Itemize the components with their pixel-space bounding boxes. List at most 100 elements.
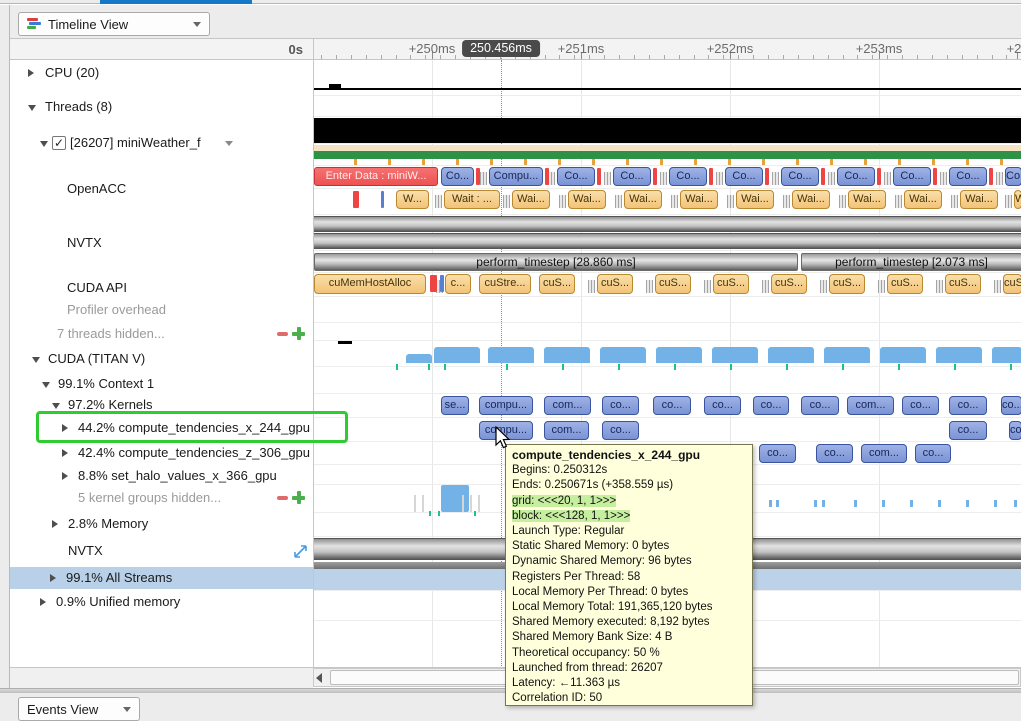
timeline-block[interactable]: c... <box>445 274 471 294</box>
chevron-down-icon[interactable] <box>225 141 233 146</box>
scrollbar-left-arrow-icon[interactable] <box>316 673 322 683</box>
timeline-block[interactable]: W... <box>396 190 429 209</box>
sidebar-item-cpu-20[interactable]: CPU (20) <box>10 62 313 84</box>
timeline-block[interactable]: Wai... <box>624 190 662 209</box>
timeline-block[interactable]: Wai... <box>960 190 998 209</box>
timeline-block[interactable]: Wai... <box>848 190 886 209</box>
restore-rows-icon[interactable] <box>292 327 305 340</box>
timeline-block[interactable]: co... <box>816 444 853 463</box>
timeline-block[interactable]: Co... <box>669 167 707 186</box>
timeline-block[interactable]: W <box>1014 190 1021 209</box>
sidebar-item-threads-8[interactable]: Threads (8) <box>10 96 313 118</box>
timeline-block[interactable]: com... <box>861 444 907 463</box>
remove-filter-icon[interactable] <box>277 332 288 336</box>
timeline-block[interactable]: se... <box>441 396 469 415</box>
chevron-right-icon[interactable] <box>50 574 56 582</box>
timeline-block[interactable]: Compu... <box>489 167 543 186</box>
timeline-block[interactable]: com... <box>847 396 894 415</box>
timeline-block[interactable]: co... <box>759 444 796 463</box>
timeline-block[interactable]: perform_timestep [28.860 ms] <box>314 253 798 271</box>
timeline-block[interactable]: co... <box>949 396 987 415</box>
timeline-block[interactable]: Co... <box>949 167 987 186</box>
timeline-block[interactable]: cuMemHostAlloc <box>314 274 426 294</box>
timeline-block[interactable]: cuS... <box>771 274 807 294</box>
nvtx-range-bar[interactable] <box>314 216 1021 232</box>
sidebar-item-nvtx[interactable]: NVTX <box>10 232 313 254</box>
timeline-block[interactable]: co... <box>902 396 939 415</box>
chevron-right-icon[interactable] <box>52 520 58 528</box>
timeline-block[interactable]: Wai... <box>904 190 942 209</box>
timeline-block[interactable]: cuStre... <box>479 274 531 294</box>
timeline-block[interactable]: co... <box>653 396 691 415</box>
timeline-block[interactable]: Co... <box>781 167 819 186</box>
timeline-block[interactable]: Wait : ... <box>444 190 500 209</box>
timeline-block[interactable]: Co... <box>1005 167 1021 186</box>
chevron-right-icon[interactable] <box>62 472 68 480</box>
timeline-block[interactable]: cuS... <box>1003 274 1021 294</box>
timeline-view-dropdown[interactable]: Timeline View <box>18 12 210 36</box>
sidebar-item-99-1-context-1[interactable]: 99.1% Context 1 <box>10 373 313 395</box>
nvtx-range-bar[interactable] <box>314 233 1021 249</box>
sidebar-item-nvtx[interactable]: NVTX <box>10 540 313 562</box>
timeline-block[interactable]: Co... <box>893 167 931 186</box>
chevron-right-icon[interactable] <box>62 449 68 457</box>
timeline-block[interactable]: Co... <box>837 167 875 186</box>
chevron-down-icon[interactable] <box>28 105 36 111</box>
timeline-block[interactable]: Co... <box>441 167 474 186</box>
timeline-block[interactable]: co... <box>1001 396 1021 415</box>
timeline-block[interactable]: co... <box>704 396 741 415</box>
timeline-block[interactable]: Co... <box>557 167 595 186</box>
sidebar-item-26207-miniweather-f[interactable]: ✓[26207] miniWeather_f <box>10 132 313 154</box>
timeline-block[interactable]: Wai... <box>512 190 550 209</box>
sidebar-item-42-4-compute-tendencies-z-306-gpu[interactable]: 42.4% compute_tendencies_z_306_gpu <box>10 442 313 464</box>
timeline-ruler[interactable]: +250ms+251ms+252ms+253ms+2250.456ms <box>313 38 1021 60</box>
sidebar-item-openacc[interactable]: OpenACC <box>10 178 313 200</box>
timeline-block[interactable]: Wai... <box>792 190 830 209</box>
timeline-block[interactable]: Wai... <box>736 190 774 209</box>
timeline-block[interactable]: Wai... <box>568 190 606 209</box>
sidebar-item-0-9-unified-memory[interactable]: 0.9% Unified memory <box>10 591 313 613</box>
chevron-down-icon[interactable] <box>52 403 60 409</box>
sidebar-item-2-8-memory[interactable]: 2.8% Memory <box>10 513 313 535</box>
chevron-right-icon[interactable] <box>28 69 34 77</box>
small-range-bar <box>440 275 444 292</box>
timeline-block[interactable]: co... <box>753 396 789 415</box>
timeline-block[interactable]: cuS... <box>539 274 575 294</box>
timeline-block[interactable]: co... <box>915 444 951 463</box>
timeline-block[interactable]: co... <box>602 396 639 415</box>
timeline-block[interactable]: cuS... <box>713 274 749 294</box>
sidebar-item-8-8-set-halo-values-x-366-gpu[interactable]: 8.8% set_halo_values_x_366_gpu <box>10 465 313 487</box>
timeline-block[interactable]: perform_timestep [2.073 ms] <box>801 253 1021 271</box>
timeline-block[interactable]: Co... <box>613 167 651 186</box>
timeline-block[interactable]: Enter Data : miniW... <box>314 167 438 186</box>
timeline-block[interactable]: Co... <box>725 167 763 186</box>
expand-row-icon[interactable] <box>294 545 307 558</box>
timeline-block[interactable]: cuS... <box>597 274 633 294</box>
sidebar-item-profiler-overhead[interactable]: Profiler overhead <box>10 299 313 321</box>
sidebar-item-5-kernel-groups-hidden[interactable]: 5 kernel groups hidden... <box>10 487 313 509</box>
chevron-down-icon[interactable] <box>42 382 50 388</box>
timeline-block[interactable]: co... <box>949 421 987 440</box>
timeline-block[interactable]: cuS... <box>829 274 865 294</box>
chevron-down-icon[interactable] <box>40 141 48 147</box>
timeline-block[interactable]: com... <box>544 421 589 440</box>
timeline-block[interactable]: cuS... <box>945 274 981 294</box>
chevron-right-icon[interactable] <box>40 598 46 606</box>
timeline-block[interactable]: Wai... <box>680 190 718 209</box>
thread-checkbox[interactable]: ✓ <box>52 136 66 150</box>
sidebar-item-99-1-all-streams[interactable]: 99.1% All Streams <box>10 567 313 589</box>
timeline-block[interactable]: co... <box>602 421 639 440</box>
timeline-block[interactable]: compu... <box>479 396 533 415</box>
remove-filter-icon[interactable] <box>277 496 288 500</box>
sidebar-item-7-threads-hidden[interactable]: 7 threads hidden... <box>10 323 313 345</box>
timeline-block[interactable]: cuS... <box>655 274 691 294</box>
timeline-block[interactable]: co... <box>1009 421 1021 440</box>
timeline-block[interactable]: cuS... <box>887 274 923 294</box>
sidebar-item-cuda-api[interactable]: CUDA API <box>10 277 313 299</box>
sidebar-item-cuda-titan-v[interactable]: CUDA (TITAN V) <box>10 348 313 370</box>
events-view-dropdown[interactable]: Events View <box>18 697 140 721</box>
restore-rows-icon[interactable] <box>292 491 305 504</box>
timeline-block[interactable]: co... <box>801 396 839 415</box>
timeline-block[interactable]: com... <box>544 396 591 415</box>
chevron-down-icon[interactable] <box>32 357 40 363</box>
